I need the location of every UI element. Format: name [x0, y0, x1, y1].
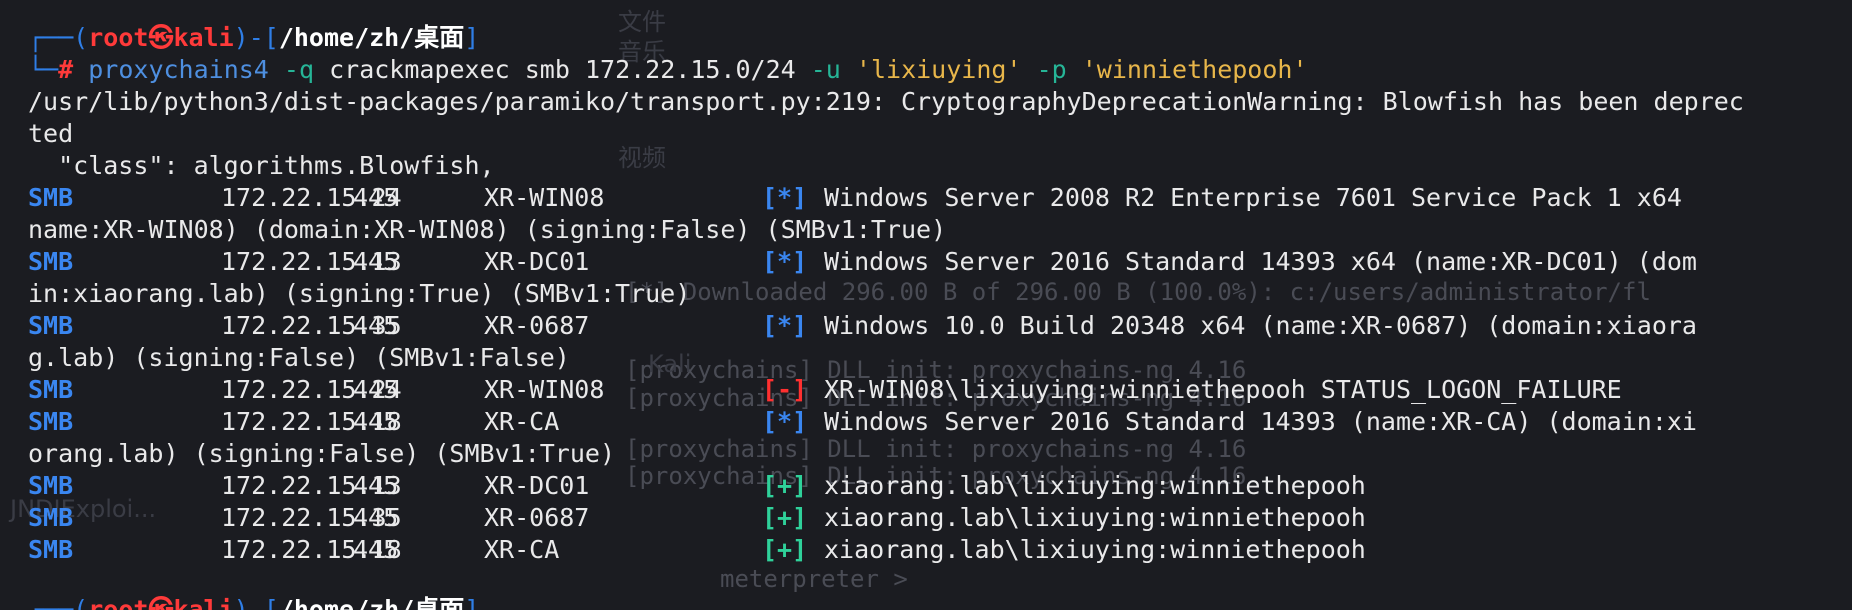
result-hostname: XR-DC01 [484, 471, 590, 500]
result-row: SMB 172.22.15.13445 XR-DC01 [+] xiaorang.lab… [28, 470, 1852, 502]
result-protocol: SMB [28, 503, 74, 532]
result-message: xiaorang.lab\lixiuying:winniethepooh [824, 503, 1366, 532]
result-continuation: g.lab) (signing:False) (SMBv1:False) [28, 343, 570, 372]
result-continuation: in:xiaorang.lab) (signing:True) (SMBv1:T… [28, 279, 691, 308]
next-prompt-header: ┌──(root㉿kali)-[/home/zh/桌面] [28, 594, 479, 610]
warning-line: ted [28, 119, 74, 148]
result-continuation: name:XR-WIN08) (domain:XR-WIN08) (signin… [28, 215, 947, 244]
result-continuation: orang.lab) (signing:False) (SMBv1:True) [28, 439, 615, 468]
result-protocol: SMB [28, 407, 74, 436]
command-flag: -p [1036, 55, 1067, 84]
result-row: SMB 172.22.15.18445 XR-CA [*] Windows Server… [28, 406, 1852, 438]
result-row: SMB 172.22.15.35445 XR-0687 [*] Windows 10.0… [28, 310, 1852, 342]
prompt-cwd: /home/zh/桌面 [278, 595, 465, 610]
result-ip: 172.22.15.13 [221, 247, 402, 276]
prompt-at-symbol: ㉿ [148, 23, 174, 52]
result-message: Windows 10.0 Build 20348 x64 (name:XR-06… [824, 311, 1697, 340]
result-port: 445 [353, 247, 399, 276]
result-port: 445 [353, 407, 399, 436]
result-status-tag: [*] [762, 183, 808, 212]
result-hostname: XR-0687 [484, 503, 590, 532]
result-row: SMB 172.22.15.24445 XR-WIN08 [*] Windows Ser… [28, 182, 1852, 214]
prompt-hash: # [58, 55, 74, 84]
result-status-tag: [*] [762, 247, 808, 276]
result-port: 445 [353, 183, 399, 212]
ghost-meterpreter-prompt: meterpreter > [720, 565, 923, 593]
results-list: SMB 172.22.15.24445 XR-WIN08 [*] Windows Ser… [28, 182, 1852, 566]
result-status-tag: [+] [762, 503, 808, 532]
prompt-user: root [88, 23, 149, 52]
result-message: xiaorang.lab\lixiuying:winniethepooh [824, 471, 1366, 500]
command-args: crackmapexec smb 172.22.15.0/24 [329, 55, 796, 84]
result-ip: 172.22.15.24 [221, 183, 402, 212]
result-hostname: XR-CA [484, 535, 560, 564]
result-ip: 172.22.15.35 [221, 311, 402, 340]
result-row: SMB 172.22.15.24445 XR-WIN08 [-] XR-WIN08\li… [28, 374, 1852, 406]
prompt-host: kali [173, 595, 234, 610]
result-port: 445 [353, 311, 399, 340]
result-message: Windows Server 2016 Standard 14393 (name… [824, 407, 1697, 436]
prompt-host: kali [173, 23, 234, 52]
result-ip: 172.22.15.18 [221, 535, 402, 564]
result-hostname: XR-0687 [484, 311, 590, 340]
result-ip: 172.22.15.35 [221, 503, 402, 532]
result-ip: 172.22.15.13 [221, 471, 402, 500]
command-password: 'winniethepooh' [1081, 55, 1308, 84]
result-protocol: SMB [28, 183, 74, 212]
result-row: SMB 172.22.15.35445 XR-0687 [+] xiaorang.lab… [28, 502, 1852, 534]
result-hostname: XR-WIN08 [484, 183, 605, 212]
result-protocol: SMB [28, 471, 74, 500]
prompt-user: root [88, 595, 149, 610]
result-status-tag: [-] [762, 375, 808, 404]
command-line[interactable]: └─# proxychains4 -q crackmapexec smb 172… [28, 54, 1852, 86]
command-flag: -u [810, 55, 841, 84]
result-port: 445 [353, 375, 399, 404]
result-row: SMB 172.22.15.13445 XR-DC01 [*] Windows Serv… [28, 246, 1852, 278]
command-username: 'lixiuying' [855, 55, 1022, 84]
prompt-cwd: /home/zh/桌面 [278, 23, 465, 52]
command-flag: -q [283, 55, 315, 84]
result-port: 445 [353, 503, 399, 532]
result-message: xiaorang.lab\lixiuying:winniethepooh [824, 535, 1366, 564]
result-protocol: SMB [28, 311, 74, 340]
result-status-tag: [*] [762, 407, 808, 436]
result-port: 445 [353, 471, 399, 500]
result-message: Windows Server 2008 R2 Enterprise 7601 S… [824, 183, 1682, 212]
terminal-output: ┌──(root㉿kali)-[/home/zh/桌面] └─# proxych… [28, 22, 1852, 566]
result-message: XR-WIN08\lixiuying:winniethepooh STATUS_… [824, 375, 1622, 404]
result-ip: 172.22.15.24 [221, 375, 402, 404]
prompt-header: ┌──(root㉿kali)-[/home/zh/桌面] [28, 23, 480, 52]
warning-line: "class": algorithms.Blowfish, [28, 151, 495, 180]
result-protocol: SMB [28, 375, 74, 404]
result-hostname: XR-CA [484, 407, 560, 436]
command-name: proxychains4 [88, 55, 269, 84]
terminal-window[interactable]: [*] Downloaded 296.00 B of 296.00 B (100… [0, 0, 1852, 610]
result-status-tag: [*] [762, 311, 808, 340]
warning-line: /usr/lib/python3/dist-packages/paramiko/… [28, 87, 1744, 116]
result-hostname: XR-DC01 [484, 247, 590, 276]
result-protocol: SMB [28, 247, 74, 276]
result-row: SMB 172.22.15.18445 XR-CA [+] xiaorang.lab\l… [28, 534, 1852, 566]
result-hostname: XR-WIN08 [484, 375, 605, 404]
result-ip: 172.22.15.18 [221, 407, 402, 436]
result-protocol: SMB [28, 535, 74, 564]
result-message: Windows Server 2016 Standard 14393 x64 (… [824, 247, 1697, 276]
result-port: 445 [353, 535, 399, 564]
result-status-tag: [+] [762, 471, 808, 500]
result-status-tag: [+] [762, 535, 808, 564]
prompt-at-symbol: ㉿ [148, 595, 174, 610]
